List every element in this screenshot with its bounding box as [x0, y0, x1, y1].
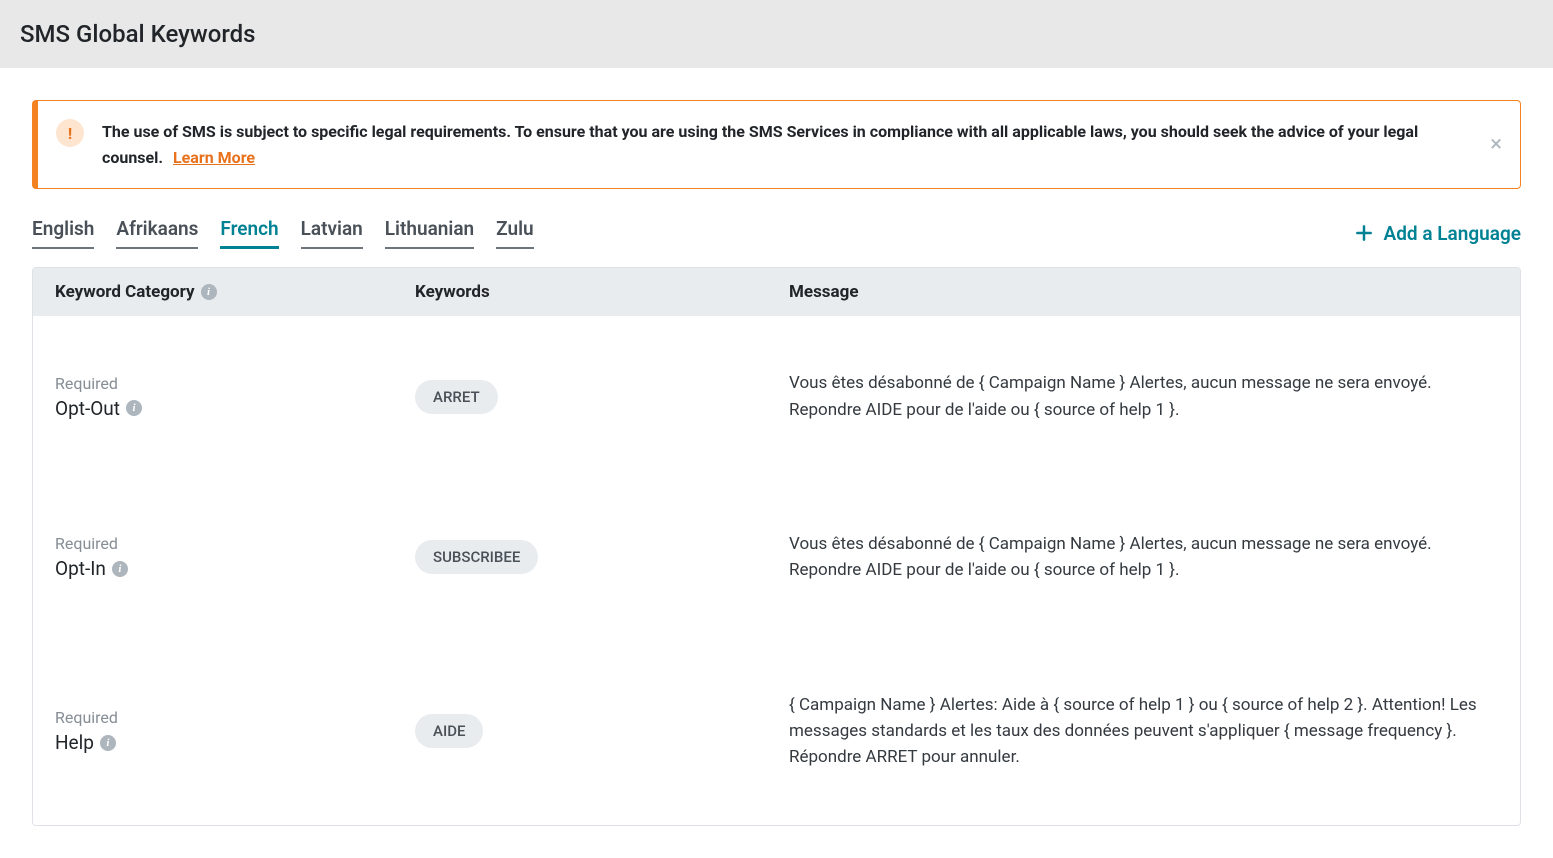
tabs-row: English Afrikaans French Latvian Lithuan… — [32, 217, 1521, 249]
close-icon[interactable]: × — [1490, 134, 1502, 156]
learn-more-link[interactable]: Learn More — [173, 148, 255, 167]
cell-message: Vous êtes désabonné de { Campaign Name }… — [789, 531, 1498, 584]
category-text: Help — [55, 731, 94, 754]
category-text: Opt-Out — [55, 397, 120, 420]
info-icon[interactable]: i — [201, 284, 217, 300]
cell-category: Required Opt-Out i — [55, 374, 415, 420]
table-body: Required Opt-Out i ARRET Vous êtes désab… — [33, 316, 1520, 824]
info-icon[interactable]: i — [112, 561, 128, 577]
alert-message: The use of SMS is subject to specific le… — [102, 122, 1418, 167]
header-message: Message — [789, 282, 1498, 302]
page-title: SMS Global Keywords — [20, 20, 256, 48]
cell-message: Vous êtes désabonné de { Campaign Name }… — [789, 370, 1498, 423]
header-category-label: Keyword Category — [55, 282, 195, 302]
info-icon[interactable]: i — [126, 400, 142, 416]
category-name: Opt-Out i — [55, 397, 142, 420]
info-icon[interactable]: i — [100, 735, 116, 751]
required-label: Required — [55, 534, 128, 553]
tab-zulu[interactable]: Zulu — [496, 217, 533, 249]
table-row: Required Opt-Out i ARRET Vous êtes désab… — [33, 316, 1520, 477]
tab-lithuanian[interactable]: Lithuanian — [385, 217, 474, 249]
category-name: Opt-In i — [55, 557, 128, 580]
keyword-chip: ARRET — [415, 380, 498, 414]
keywords-table: Keyword Category i Keywords Message Requ… — [32, 267, 1521, 825]
table-header-row: Keyword Category i Keywords Message — [33, 268, 1520, 316]
tab-latvian[interactable]: Latvian — [301, 217, 363, 249]
table-row: Required Opt-In i SUBSCRIBEE Vous êtes d… — [33, 477, 1520, 638]
legal-alert: ! The use of SMS is subject to specific … — [32, 100, 1521, 189]
category-text: Opt-In — [55, 557, 106, 580]
tab-afrikaans[interactable]: Afrikaans — [116, 217, 198, 249]
cell-keywords: AIDE — [415, 714, 789, 748]
alert-text: The use of SMS is subject to specific le… — [102, 119, 1472, 170]
required-label: Required — [55, 708, 118, 727]
cell-message: { Campaign Name } Alertes: Aide à { sour… — [789, 692, 1498, 771]
keyword-chip: SUBSCRIBEE — [415, 540, 538, 574]
keyword-chip: AIDE — [415, 714, 483, 748]
add-language-button[interactable]: Add a Language — [1354, 222, 1521, 245]
tab-english[interactable]: English — [32, 217, 94, 249]
cell-category: Required Opt-In i — [55, 534, 415, 580]
add-language-label: Add a Language — [1384, 222, 1521, 245]
header-keywords: Keywords — [415, 282, 789, 302]
header-category: Keyword Category i — [55, 282, 415, 302]
cell-keywords: ARRET — [415, 380, 789, 414]
page-header: SMS Global Keywords — [0, 0, 1553, 68]
content-area: ! The use of SMS is subject to specific … — [0, 68, 1553, 858]
language-tabs: English Afrikaans French Latvian Lithuan… — [32, 217, 534, 249]
tab-french[interactable]: French — [220, 217, 278, 249]
plus-icon — [1354, 223, 1374, 243]
cell-category: Required Help i — [55, 708, 415, 754]
alert-icon: ! — [56, 119, 84, 147]
cell-keywords: SUBSCRIBEE — [415, 540, 789, 574]
table-row: Required Help i AIDE { Campaign Name } A… — [33, 638, 1520, 825]
category-name: Help i — [55, 731, 118, 754]
required-label: Required — [55, 374, 142, 393]
